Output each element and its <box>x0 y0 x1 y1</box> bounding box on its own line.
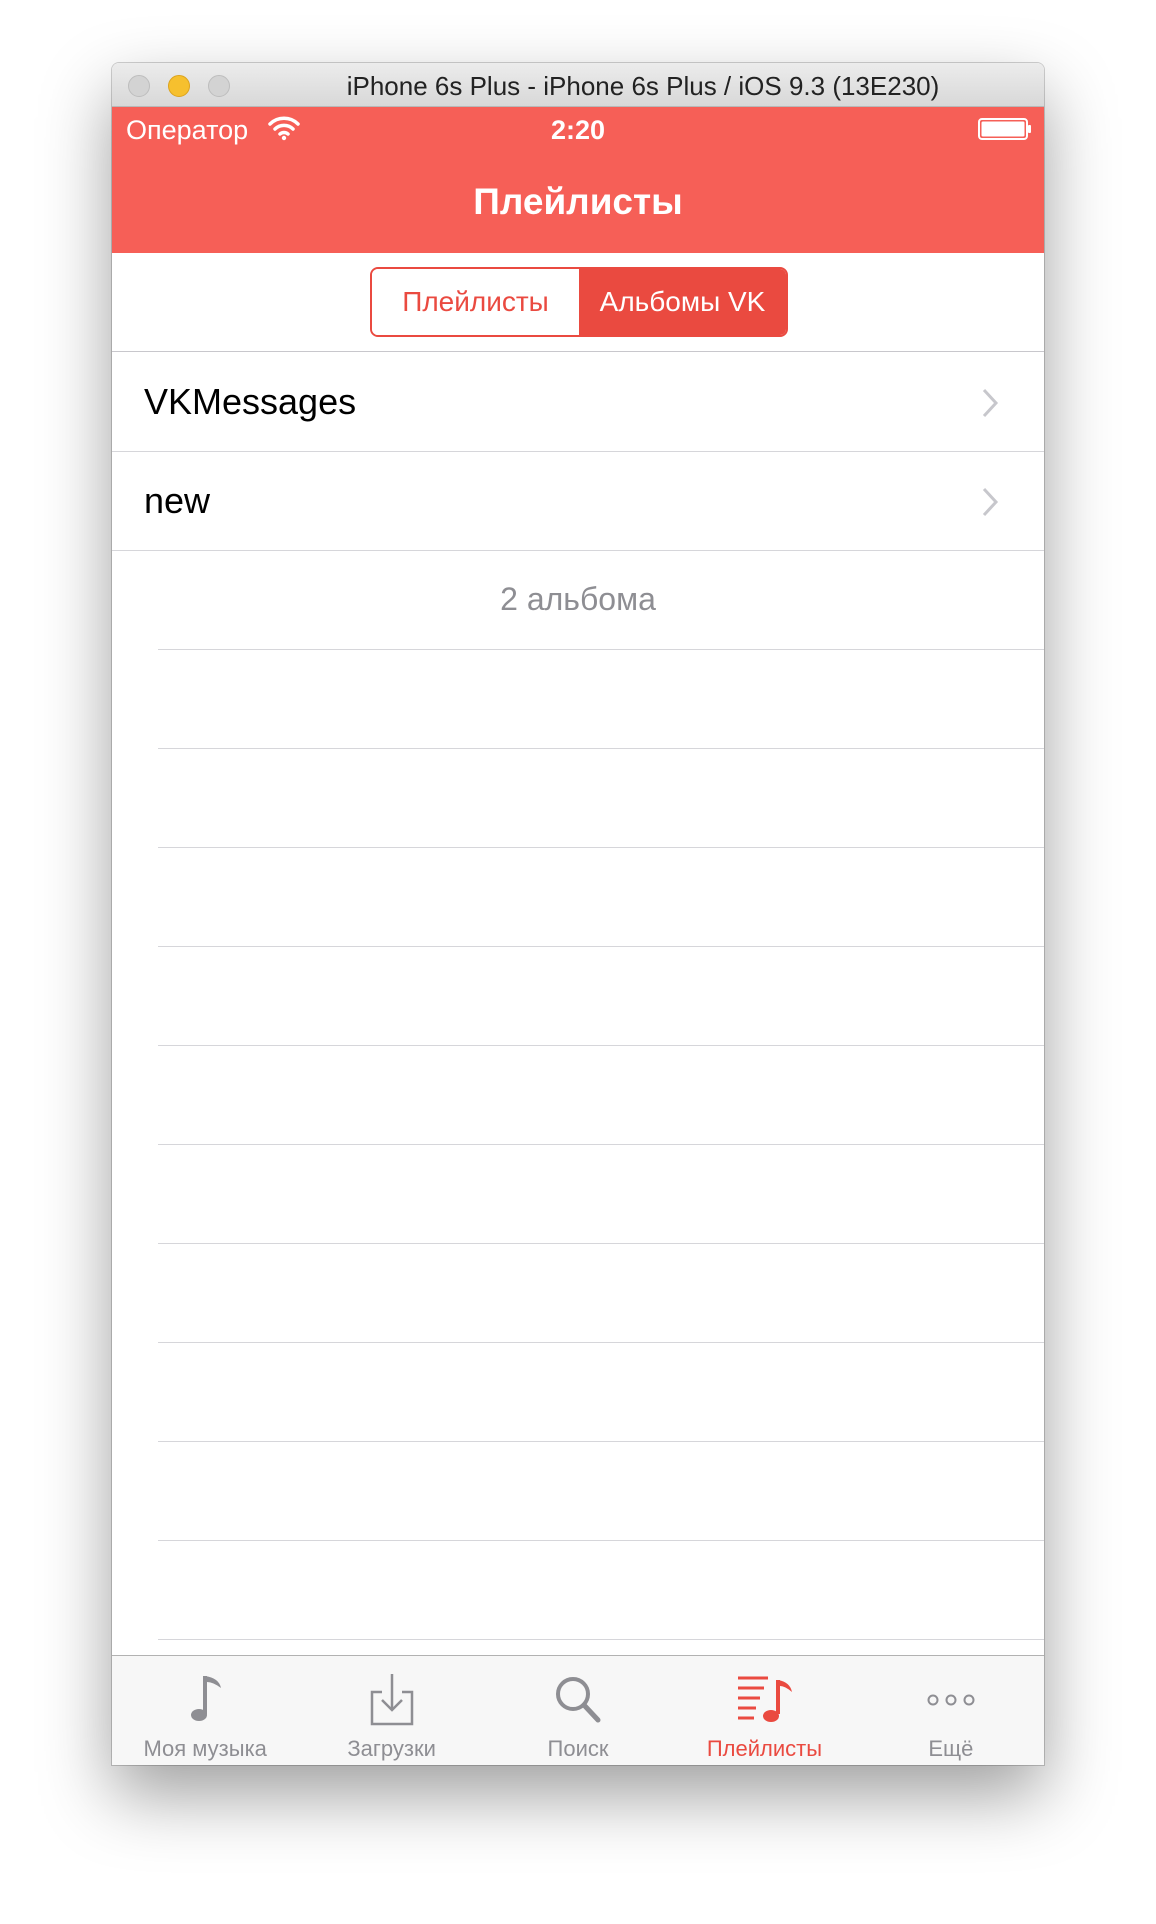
albums-list: VKMessages new 2 альбома <box>112 353 1044 1640</box>
close-window-button[interactable] <box>128 75 150 97</box>
empty-row <box>158 1442 1044 1541</box>
empty-row <box>158 650 1044 749</box>
list-item-label: VKMessages <box>144 381 357 422</box>
music-note-icon <box>191 1676 222 1721</box>
chevron-right-icon <box>982 487 999 517</box>
tab-label: Ещё <box>928 1736 974 1761</box>
tab-playlists[interactable]: Плейлисты <box>671 1656 857 1765</box>
window-titlebar: iPhone 6s Plus - iPhone 6s Plus / iOS 9.… <box>112 63 1044 107</box>
zoom-window-button[interactable] <box>208 75 230 97</box>
minimize-window-button[interactable] <box>168 75 190 97</box>
segment-vk-albums[interactable]: Альбомы VK <box>579 269 786 335</box>
segment-playlists[interactable]: Плейлисты <box>372 269 579 335</box>
tab-label: Моя музыка <box>143 1736 267 1761</box>
empty-row <box>158 1541 1044 1640</box>
chevron-right-icon <box>982 388 999 418</box>
tab-label: Плейлисты <box>706 1736 823 1761</box>
tab-my-music[interactable]: Моя музыка <box>112 1656 298 1765</box>
segmented-control: Плейлисты Альбомы VK <box>370 267 788 337</box>
tab-label: Загрузки <box>347 1736 436 1761</box>
search-icon <box>556 1677 601 1723</box>
status-time: 2:20 <box>550 115 606 145</box>
window-title: iPhone 6s Plus - iPhone 6s Plus / iOS 9.… <box>346 71 940 101</box>
empty-row <box>158 848 1044 947</box>
navigation-bar: Оператор 2:20 Плейлисты <box>112 107 1044 253</box>
albums-count: 2 альбома <box>500 581 656 617</box>
download-icon <box>370 1674 413 1726</box>
page-title: Плейлисты <box>473 181 683 222</box>
tab-search[interactable]: Поиск <box>485 1656 671 1765</box>
list-footer: 2 альбома <box>158 551 1044 650</box>
empty-row <box>158 1046 1044 1145</box>
battery-icon <box>978 118 1031 140</box>
empty-row <box>158 749 1044 848</box>
empty-row <box>158 1343 1044 1442</box>
tab-label: Поиск <box>547 1736 609 1761</box>
empty-row <box>158 1145 1044 1244</box>
tab-downloads[interactable]: Загрузки <box>298 1656 484 1765</box>
list-item[interactable]: VKMessages <box>112 353 1044 452</box>
more-icon <box>927 1694 975 1706</box>
tab-more[interactable]: Ещё <box>858 1656 1044 1765</box>
simulator-window: iPhone 6s Plus - iPhone 6s Plus / iOS 9.… <box>112 63 1044 1765</box>
tab-bar: Моя музыка Загрузки Поиск Плейлисты Ещё <box>112 1655 1044 1765</box>
empty-row <box>158 947 1044 1046</box>
device-screen: Оператор 2:20 Плейлисты Плейлисты Альбом… <box>112 107 1044 1765</box>
segment-bar: Плейлисты Альбомы VK <box>112 253 1044 352</box>
list-item[interactable]: new <box>112 452 1044 551</box>
list-item-label: new <box>144 480 211 521</box>
playlist-icon <box>738 1676 793 1722</box>
empty-row <box>158 1244 1044 1343</box>
